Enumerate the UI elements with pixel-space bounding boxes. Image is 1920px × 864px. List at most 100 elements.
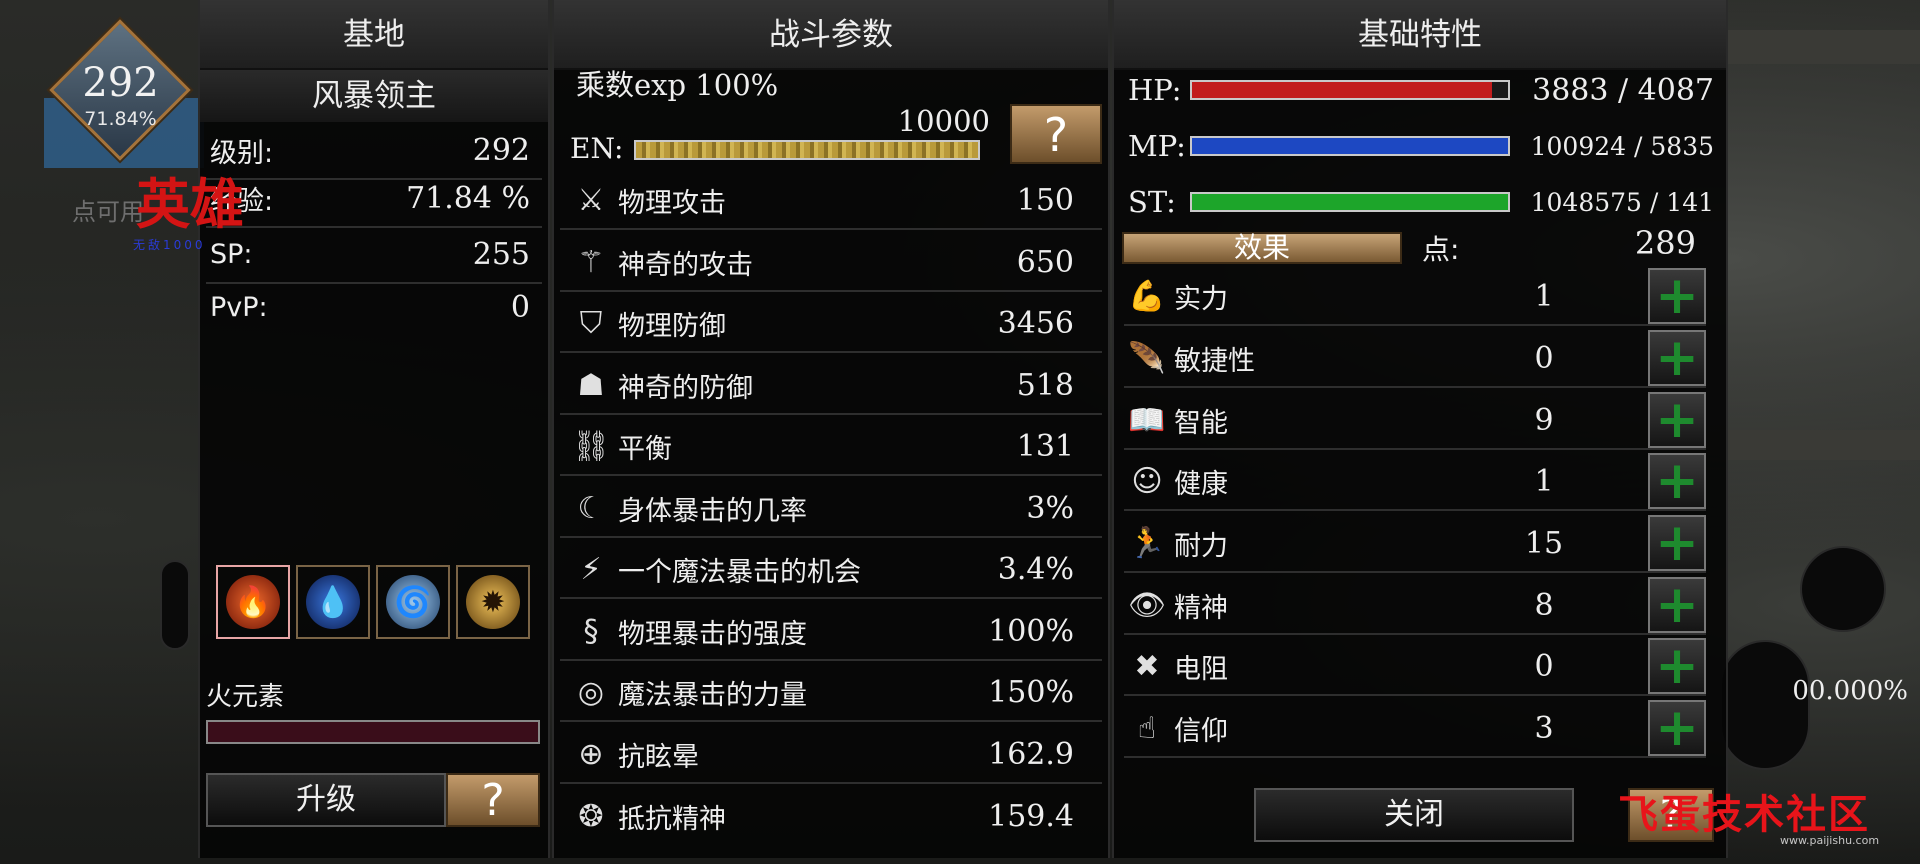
attribute-label: 健康 [1174, 468, 1228, 500]
praying-hand-icon: ☝ [1137, 710, 1157, 746]
combat-stat-label: 平衡 [618, 433, 672, 465]
attribute-value: 3 [1534, 710, 1554, 746]
resource-bar-row: HP: 3883 / 4087 [1128, 64, 1714, 116]
resource-bar-row: MP: 100924 / 5835 [1128, 120, 1714, 172]
combat-stat-row: ❂ 抵抗精神 159.4 [560, 787, 1102, 845]
attribute-value: 0 [1534, 340, 1554, 376]
attribute-row: 📖 智能 9 + [1124, 392, 1706, 450]
muscle-arm-icon: 💪 [1128, 278, 1166, 314]
pvp-label: PvP: [210, 291, 268, 323]
plus-icon: + [1655, 698, 1699, 758]
add-attribute-button[interactable]: + [1648, 330, 1706, 386]
combat-stat-value: 650 [1016, 244, 1074, 280]
combat-stat-label: 物理防御 [618, 310, 726, 342]
pvp-row: PvP: 0 [206, 278, 542, 336]
combat-stat-row: ☗ 神奇的防御 518 [560, 357, 1102, 415]
exp-multiplier: 乘数exp 100% [576, 68, 779, 102]
water-element-slot[interactable]: 💧 [296, 565, 370, 639]
resource-label: MP: [1128, 129, 1186, 163]
combat-panel: 战斗参数 乘数exp 100% 10000 EN: ? ⚔ 物理攻击 150 ⚚ 神奇的… [552, 0, 1110, 858]
combat-stat-value: 3456 [997, 305, 1074, 341]
combat-stat-value: 3.4% [997, 551, 1074, 587]
add-attribute-button[interactable]: + [1648, 577, 1706, 633]
fire-element-slot[interactable]: 🔥 [216, 565, 290, 639]
light-element-slot[interactable]: ✹ [456, 565, 530, 639]
combat-stat-value: 3% [1026, 490, 1074, 526]
combat-stat-row: ⚚ 神奇的攻击 650 [560, 234, 1102, 292]
feather-icon: 🪶 [1128, 340, 1166, 376]
claw-icon: ☾ [577, 490, 605, 526]
attribute-row: ☝ 信仰 3 + [1124, 700, 1706, 758]
combat-stat-value: 150% [988, 674, 1074, 710]
helmet-icon: ⛉ [579, 305, 603, 341]
chain-icon: ⛓ [571, 428, 611, 464]
joystick-button[interactable] [1800, 546, 1886, 632]
add-attribute-button[interactable]: + [1648, 515, 1706, 571]
plus-icon: + [1655, 636, 1699, 696]
combat-panel-title: 战斗参数 [554, 0, 1108, 70]
add-attribute-button[interactable]: + [1648, 638, 1706, 694]
combat-help-button[interactable]: ? [1010, 104, 1102, 164]
background-plank [1720, 30, 1920, 64]
exp-value: 71.84 % [406, 180, 530, 216]
combat-stat-value: 131 [1016, 428, 1074, 464]
attribute-label: 实力 [1174, 283, 1228, 315]
attribute-label: 耐力 [1174, 530, 1228, 562]
combat-stat-value: 518 [1016, 367, 1074, 403]
exp-row: 经验: 71.84 % [206, 170, 542, 228]
attribute-label: 精神 [1174, 592, 1228, 624]
resource-label: HP: [1128, 73, 1182, 107]
combat-stat-label: 魔法暴击的力量 [618, 679, 807, 711]
attribute-value: 8 [1534, 587, 1554, 623]
plus-icon: + [1655, 451, 1699, 511]
add-attribute-button[interactable]: + [1648, 268, 1706, 324]
wind-element-slot[interactable]: 🌀 [376, 565, 450, 639]
attributes-panel: 基础特性 HP: 3883 / 4087 MP: 100924 / 5835 ST: 10… [1112, 0, 1728, 858]
selected-element-name: 火元素 [206, 682, 285, 712]
left-side-button[interactable] [160, 560, 190, 650]
en-value: 10000 [897, 104, 990, 138]
combat-stat-value: 100% [988, 613, 1074, 649]
player-level-badge[interactable]: 292 71.84% [44, 18, 204, 168]
combat-stat-label: 物理攻击 [618, 187, 726, 219]
combat-stat-row: ☾ 身体暴击的几率 3% [560, 480, 1102, 538]
combat-stat-row: ⚔ 物理攻击 150 [560, 172, 1102, 230]
background-plank [1720, 430, 1920, 460]
combat-stat-label: 神奇的攻击 [618, 249, 753, 281]
spirit-shield-icon: ❂ [578, 798, 604, 834]
add-attribute-button[interactable]: + [1648, 392, 1706, 448]
cross-bones-icon: ✖ [1134, 648, 1160, 684]
combat-stat-label: 身体暴击的几率 [618, 495, 807, 527]
combat-stat-row: ◎ 魔法暴击的力量 150% [560, 664, 1102, 722]
element-percent: 00.000% [1792, 676, 1908, 706]
upgrade-button[interactable]: 升级 [206, 773, 446, 827]
crossed-swords-icon: ⚔ [577, 182, 605, 218]
attribute-label: 信仰 [1174, 715, 1228, 747]
base-help-button[interactable]: ? [446, 773, 540, 827]
close-button[interactable]: 关闭 [1254, 788, 1574, 842]
attribute-row: 🪶 敏捷性 0 + [1124, 330, 1706, 388]
combat-stat-row: ⚡ 一个魔法暴击的机会 3.4% [560, 541, 1102, 599]
attribute-row: 💪 实力 1 + [1124, 268, 1706, 326]
sp-value: 255 [472, 236, 530, 272]
combat-stat-row: ⛉ 物理防御 3456 [560, 295, 1102, 353]
plus-icon: + [1655, 266, 1699, 326]
points-value: 289 [1634, 224, 1696, 262]
add-attribute-button[interactable]: + [1648, 700, 1706, 756]
plus-icon: + [1655, 328, 1699, 388]
effect-button[interactable]: 效果 [1122, 232, 1402, 264]
magic-wand-icon: ⚚ [577, 244, 605, 280]
eye-icon: 👁 [1127, 587, 1167, 623]
sword-spark-icon: ⚡ [580, 551, 602, 587]
resource-bar-fill [1192, 138, 1508, 154]
combat-stat-value: 150 [1016, 182, 1074, 218]
resource-bar-fill [1192, 82, 1493, 98]
player-level: 292 [82, 60, 159, 106]
pvp-value: 0 [510, 289, 530, 325]
combat-stat-row: § 物理暴击的强度 100% [560, 603, 1102, 661]
add-attribute-button[interactable]: + [1648, 453, 1706, 509]
attribute-label: 电阻 [1174, 653, 1228, 685]
book-icon: 📖 [1128, 402, 1166, 438]
resource-bar [1190, 80, 1510, 100]
hero-title: 英雄 [136, 173, 244, 236]
